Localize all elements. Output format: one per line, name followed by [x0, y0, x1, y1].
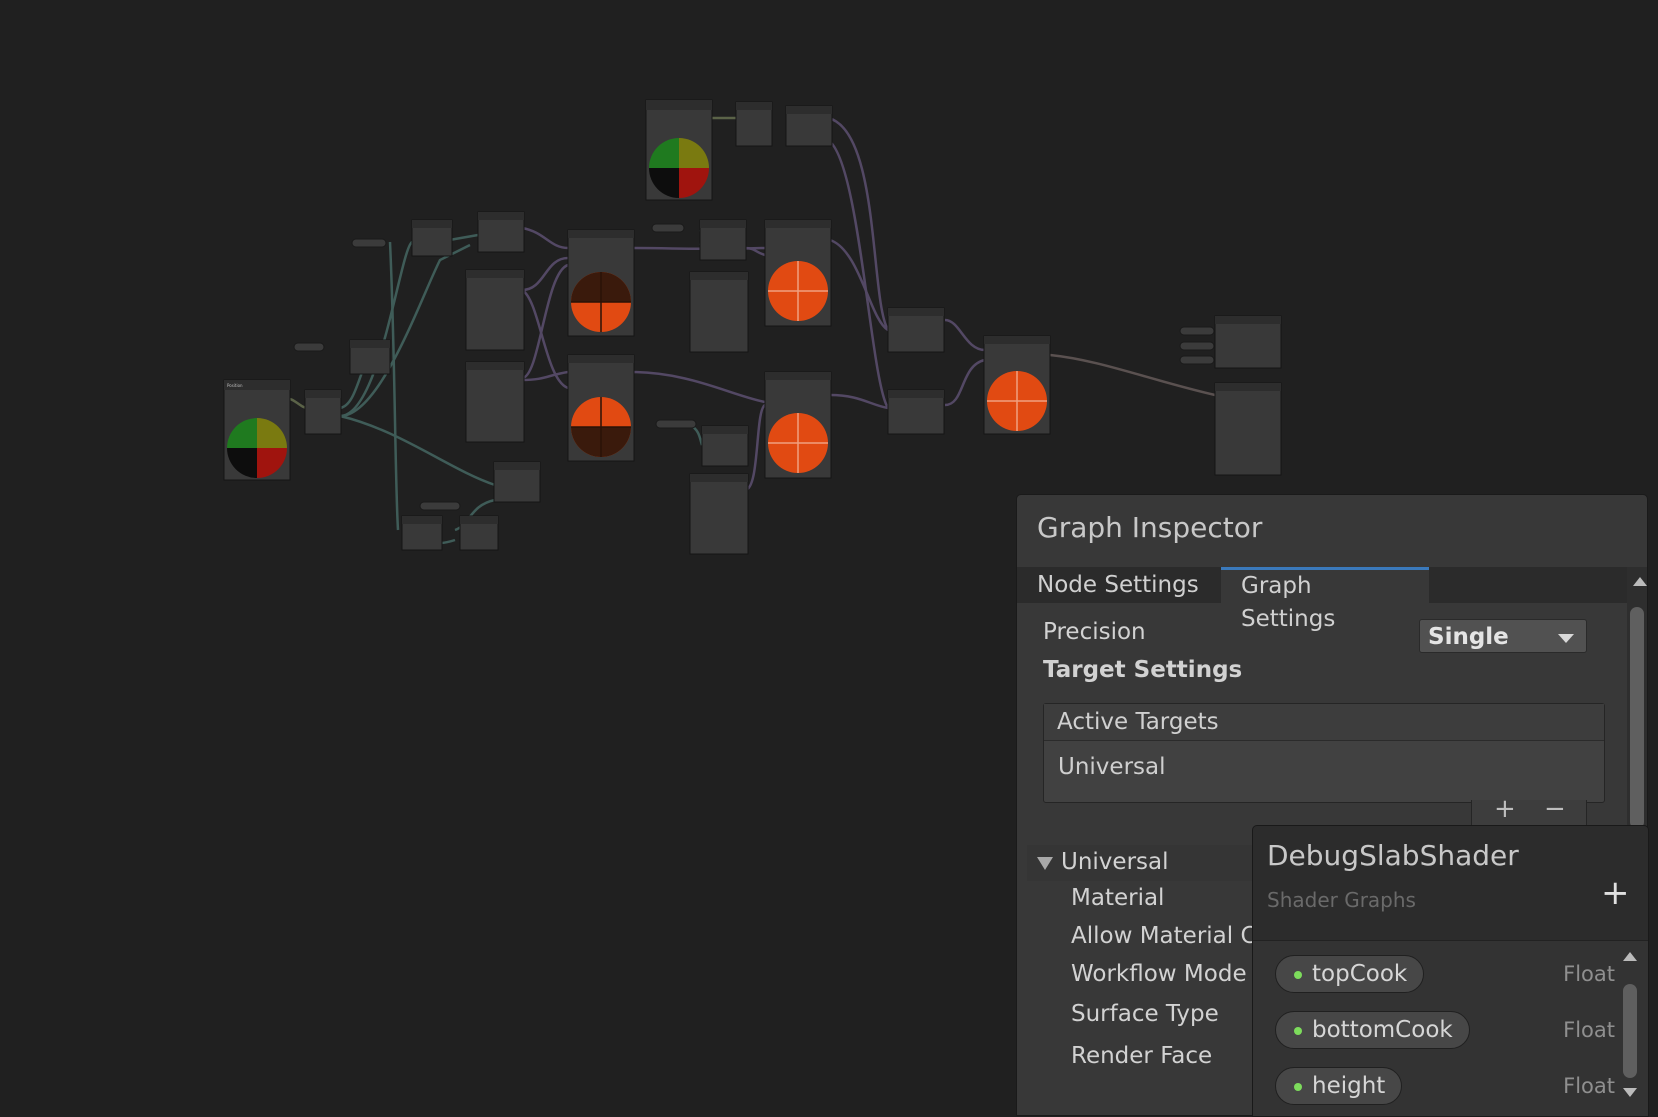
field-allow-material-override: Allow Material C: [1071, 923, 1257, 949]
float-type-dot-icon: [1294, 1083, 1302, 1091]
property-row-topcook[interactable]: topCook Float: [1275, 955, 1615, 995]
property-pill[interactable]: bottomCook: [1275, 1011, 1470, 1049]
graph-edge: [521, 226, 569, 250]
node-vertex-master[interactable]: [1214, 315, 1282, 369]
node-title: Position: [227, 383, 243, 388]
inspector-scroll-thumb[interactable]: [1630, 607, 1644, 829]
graph-edges: [284, 116, 1216, 545]
property-row-bottomcook[interactable]: bottomCook Float: [1275, 1011, 1615, 1051]
property-row-height[interactable]: height Float: [1275, 1067, 1615, 1107]
node-comparison-1[interactable]: [477, 211, 525, 253]
graph-edge: [829, 393, 889, 410]
graph-edge: [944, 318, 986, 352]
property-node[interactable]: [419, 501, 461, 511]
node-sample-texture-2[interactable]: [465, 361, 525, 443]
node-branch-4[interactable]: [764, 371, 832, 479]
property-node[interactable]: [655, 419, 697, 429]
precision-dropdown[interactable]: Single: [1419, 619, 1587, 653]
node-sample-texture-4[interactable]: [689, 473, 749, 555]
field-render-face: Render Face: [1071, 1043, 1213, 1069]
property-type: Float: [1563, 1074, 1615, 1098]
graph-edge: [339, 243, 471, 418]
node-comparison-4[interactable]: [699, 219, 747, 261]
property-pill[interactable]: topCook: [1275, 955, 1425, 993]
property-node[interactable]: [293, 342, 325, 352]
tab-graph-settings[interactable]: Graph Settings: [1221, 567, 1429, 632]
property-pill[interactable]: height: [1275, 1067, 1403, 1105]
blackboard-panel: DebugSlabShader Shader Graphs + topCook …: [1252, 825, 1649, 1117]
blackboard-title: DebugSlabShader: [1267, 839, 1519, 872]
node-add-1[interactable]: [459, 515, 499, 551]
property-node[interactable]: [651, 223, 685, 233]
add-target-button[interactable]: +: [1494, 794, 1516, 824]
node-comparison-3[interactable]: [785, 105, 833, 147]
property-node[interactable]: [1179, 355, 1215, 365]
graph-nodes: Position: [223, 99, 1282, 555]
node-comparison-5[interactable]: [701, 425, 749, 467]
position-preview-1: [227, 418, 287, 478]
node-fragment-master[interactable]: [1214, 382, 1282, 476]
precision-value: Single: [1428, 624, 1509, 650]
property-name: height: [1312, 1073, 1386, 1099]
graph-edge: [944, 358, 986, 407]
property-name: bottomCook: [1312, 1017, 1453, 1043]
foldout-triangle-icon: [1037, 857, 1053, 870]
graph-edge: [521, 263, 569, 380]
node-branch-2[interactable]: [567, 354, 635, 462]
node-sample-texture-1[interactable]: [465, 269, 525, 351]
property-type: Float: [1563, 1018, 1615, 1042]
inspector-tabs: Node Settings Graph Settings: [1017, 567, 1633, 632]
node-split-2[interactable]: [735, 101, 773, 147]
scroll-up-icon[interactable]: [1633, 577, 1647, 586]
precision-label: Precision: [1043, 619, 1146, 645]
list-scroll-up-icon[interactable]: [1623, 952, 1637, 961]
node-sample-texture-3[interactable]: [689, 271, 749, 353]
node-subtract-1[interactable]: [349, 339, 391, 375]
float-type-dot-icon: [1294, 1027, 1302, 1035]
target-settings-heading: Target Settings: [1043, 657, 1243, 683]
tab-node-settings[interactable]: Node Settings: [1017, 567, 1221, 603]
node-comparison-2[interactable]: [493, 461, 541, 503]
property-name: topCook: [1312, 961, 1408, 987]
property-node[interactable]: [1179, 341, 1215, 351]
active-targets-header: Active Targets: [1044, 704, 1604, 741]
node-branch-1[interactable]: [567, 229, 635, 337]
list-scroll-down-icon[interactable]: [1623, 1088, 1637, 1097]
universal-foldout-title: Universal: [1061, 849, 1169, 875]
property-node[interactable]: [1179, 326, 1215, 336]
node-branch-3[interactable]: [764, 219, 832, 327]
node-subtract-2[interactable]: [411, 219, 453, 257]
remove-target-button[interactable]: −: [1544, 794, 1566, 824]
graph-edge: [629, 370, 766, 404]
node-add-2[interactable]: [983, 335, 1051, 435]
graph-edge: [388, 241, 400, 531]
node-variable-1[interactable]: [401, 515, 443, 551]
float-type-dot-icon: [1294, 971, 1302, 979]
node-branch-5[interactable]: [887, 307, 945, 353]
field-workflow-mode: Workflow Mode: [1071, 961, 1247, 987]
chevron-down-icon: [1558, 634, 1574, 643]
add-property-button[interactable]: +: [1601, 876, 1630, 910]
property-node[interactable]: [351, 238, 387, 248]
inspector-title: Graph Inspector: [1037, 511, 1263, 544]
position-preview-2: [649, 138, 709, 198]
blackboard-property-list: topCook Float bottomCook Float height Fl…: [1253, 940, 1648, 1116]
property-type: Float: [1563, 962, 1615, 986]
node-split-1[interactable]: [304, 389, 342, 435]
graph-edge: [521, 256, 569, 292]
active-target-item[interactable]: Universal: [1044, 741, 1604, 793]
node-branch-6[interactable]: [887, 389, 945, 435]
active-targets-list: Active Targets Universal: [1043, 703, 1605, 803]
field-surface-type: Surface Type: [1071, 1001, 1219, 1027]
field-material: Material: [1071, 885, 1165, 911]
blackboard-subtitle: Shader Graphs: [1267, 888, 1416, 912]
blackboard-scroll-thumb[interactable]: [1623, 984, 1637, 1078]
